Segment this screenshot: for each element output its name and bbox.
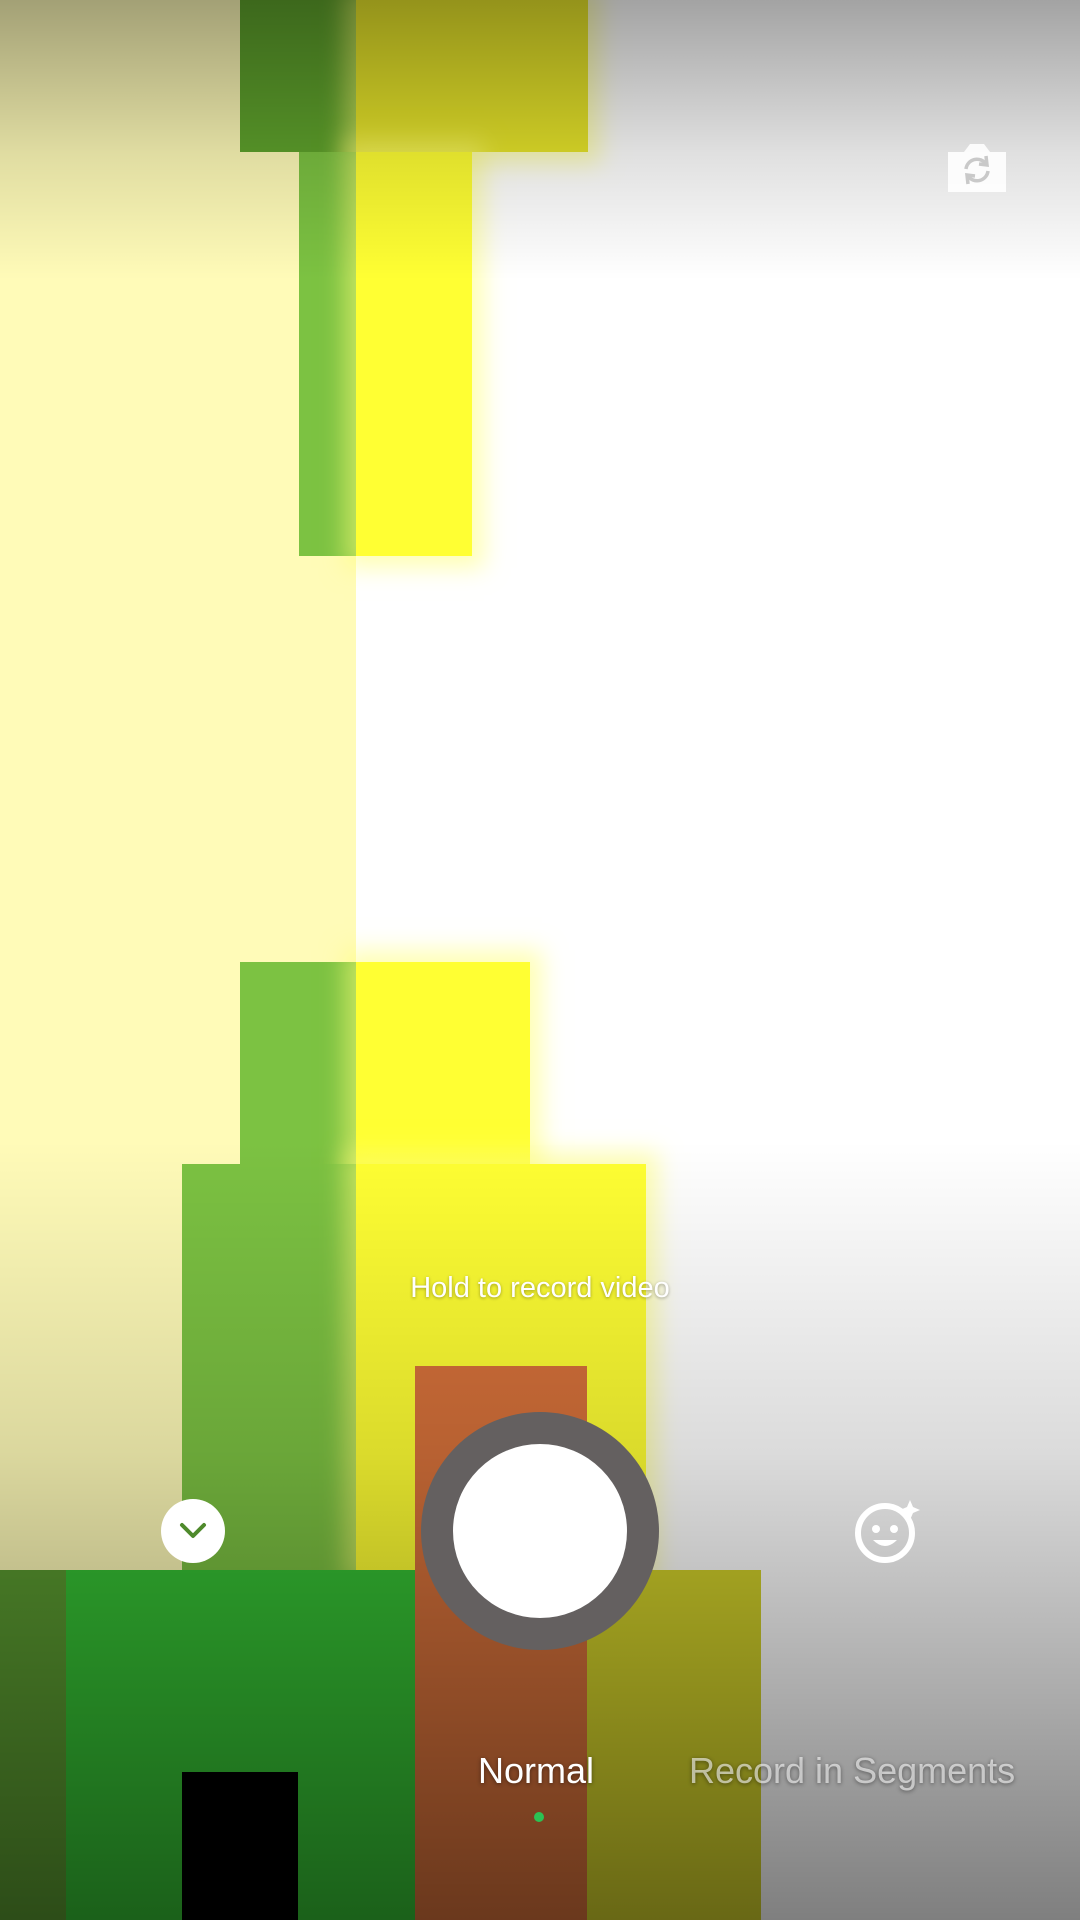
viewfinder-shape [240,0,356,152]
viewfinder-shape [356,0,588,152]
active-mode-indicator [534,1812,544,1822]
recording-mode-tabs: Normal Record in Segments [0,1750,1080,1810]
viewfinder-shape [240,962,356,1164]
viewfinder-shape [0,1570,66,1920]
camera-flip-icon[interactable] [944,140,1010,196]
beauty-effects-button[interactable] [852,1496,922,1566]
viewfinder-shape [299,152,356,556]
collapse-button[interactable] [161,1499,225,1563]
tab-normal[interactable]: Normal [478,1750,594,1792]
tab-record-in-segments[interactable]: Record in Segments [689,1750,1015,1792]
record-shutter-button[interactable] [421,1412,659,1650]
viewfinder-shape [356,152,472,556]
viewfinder-shape [356,962,530,1164]
chevron-down-icon [180,1523,206,1538]
hold-to-record-hint: Hold to record video [410,1272,670,1304]
camera-screen: Hold to record video Normal Record in Se… [0,0,1080,1920]
beauty-face-sparkle-icon [855,1500,920,1563]
record-shutter-icon [453,1444,627,1618]
